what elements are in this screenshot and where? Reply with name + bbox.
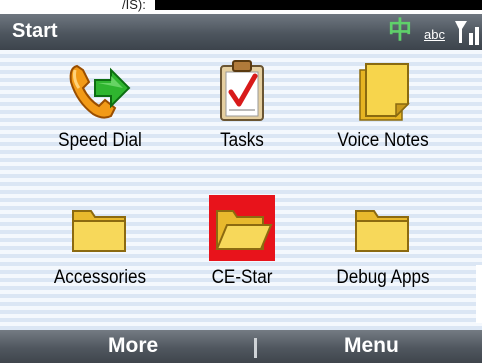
input-mode-indicator: abc [424, 27, 445, 42]
tile-label: Tasks [220, 130, 264, 151]
tasks-clipboard-icon [220, 60, 264, 121]
tile-label: Speed Dial [58, 130, 142, 151]
softkey-separator [254, 338, 257, 358]
folder-icon [72, 210, 126, 252]
tile-speed-dial[interactable]: Speed Dial [35, 58, 165, 168]
voice-notes-sticky-note-icon [359, 63, 410, 121]
title-bar: Start 中 abc [0, 14, 482, 51]
signal-strength-icon [455, 21, 479, 45]
tile-tasks[interactable]: Tasks [177, 58, 307, 168]
ime-indicator: 中 [388, 17, 412, 44]
cropped-bar [155, 0, 482, 10]
softkey-left-more[interactable]: More [108, 334, 158, 358]
tile-label: Accessories [53, 267, 147, 288]
tile-label: Debug Apps [336, 267, 430, 288]
folder-icon [355, 210, 409, 252]
scroll-indicator[interactable] [476, 265, 482, 323]
tile-ce-star[interactable]: CE-Star [177, 195, 307, 305]
cropped-text: /IS): [122, 0, 146, 12]
tile-accessories[interactable]: Accessories [35, 195, 165, 305]
phone-screen: /IS): Start 中 abc Speed Dial Tasks Voice… [0, 0, 482, 363]
start-menu-grid: Speed Dial Tasks Voice Notes Accessories… [0, 50, 482, 330]
tile-label: CE-Star [211, 267, 273, 288]
softkey-bar: More Menu [0, 330, 482, 363]
tile-voice-notes[interactable]: Voice Notes [318, 58, 448, 168]
softkey-right-menu[interactable]: Menu [344, 334, 399, 358]
open-folder-icon [209, 195, 275, 261]
tile-label: Voice Notes [337, 130, 429, 151]
page-title: Start [12, 20, 58, 42]
speed-dial-phone-icon [69, 64, 131, 119]
tile-debug-apps[interactable]: Debug Apps [318, 195, 448, 305]
cropped-top-strip: /IS): [0, 0, 482, 14]
